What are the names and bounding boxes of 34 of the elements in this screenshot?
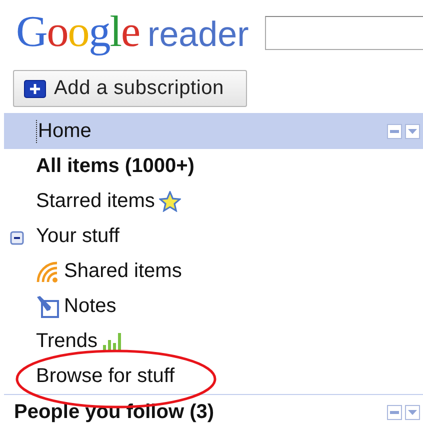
search-field[interactable] [264,16,423,50]
nav-item[interactable]: Your stuff [4,219,423,254]
nav-item[interactable]: Shared items [4,254,423,289]
nav-label: Browse for stuff [36,365,175,388]
plus-icon [24,80,46,98]
nav-item[interactable]: Browse for stuff [4,359,423,394]
nav-label: Trends [36,330,98,353]
nav-label: Starred items [36,190,155,213]
bar-chart-icon [102,330,122,352]
feed-icon [36,260,60,282]
collapse-icon[interactable] [10,231,24,245]
caret-icon [408,410,417,414]
collapse-button[interactable] [387,404,402,420]
nav-item[interactable]: All items (1000+) [4,149,423,184]
add-subscription-button[interactable]: Add a subscription [13,70,247,107]
nav-item[interactable]: Starred items [4,184,423,219]
nav-label: Shared items [64,260,182,283]
nav-label: Notes [64,295,116,318]
nav-item[interactable]: Notes [4,289,423,324]
logo-product-name: reader [148,14,249,54]
minus-icon [390,130,399,132]
dropdown-button[interactable] [405,404,420,420]
nav-label: All items (1000+) [36,155,194,178]
nav-label: Home [36,120,92,142]
nav-label: Your stuff [36,225,120,248]
nav-item[interactable]: Trends [4,324,423,359]
minus-icon [390,410,399,414]
logo-wordmark: Google [16,6,140,56]
dropdown-button[interactable] [405,124,420,138]
star-icon [158,191,181,212]
note-pencil-icon [36,294,60,318]
selected-nav-item[interactable]: Home [4,113,423,149]
caret-icon [408,128,417,134]
collapse-button[interactable] [387,124,402,138]
